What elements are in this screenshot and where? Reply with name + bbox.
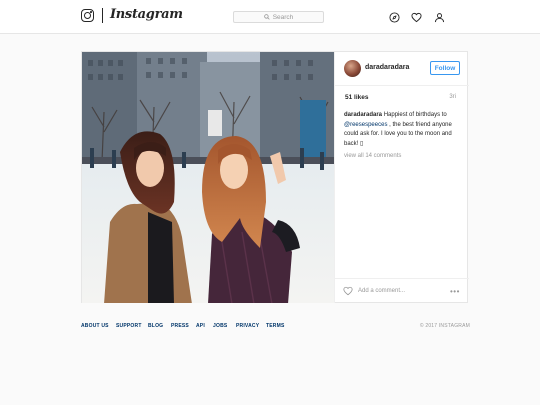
caption-emoji: ▯ xyxy=(360,140,364,147)
footer-link-privacy[interactable]: PRIVACY xyxy=(236,323,259,329)
instagram-camera-icon[interactable] xyxy=(81,9,94,22)
like-heart-icon[interactable] xyxy=(343,286,353,296)
footer-link-blog[interactable]: BLOG xyxy=(148,323,163,329)
post-photo[interactable] xyxy=(82,52,334,303)
post-age[interactable]: 3ri xyxy=(449,94,456,100)
footer-link-press[interactable]: PRESS xyxy=(171,323,189,329)
footer-link-jobs[interactable]: JOBS xyxy=(213,323,227,329)
footer-link-support[interactable]: SUPPORT xyxy=(116,323,142,329)
search-input[interactable]: Search xyxy=(233,11,324,23)
comment-bar: Add a comment... ••• xyxy=(335,278,469,303)
post-sidebar: daradaradara Follow 51 likes 3ri daradar… xyxy=(334,52,469,303)
post-header: daradaradara Follow xyxy=(335,52,469,86)
logo-divider xyxy=(102,8,103,23)
follow-button[interactable]: Follow xyxy=(430,61,460,75)
post-username[interactable]: daradaradara xyxy=(365,64,409,71)
compass-icon[interactable] xyxy=(389,12,400,23)
post-card: daradaradara Follow 51 likes 3ri daradar… xyxy=(81,51,469,303)
add-comment-input[interactable]: Add a comment... xyxy=(358,288,405,294)
more-options-icon[interactable]: ••• xyxy=(450,287,460,296)
avatar[interactable] xyxy=(344,60,361,77)
footer-link-about[interactable]: ABOUT US xyxy=(81,323,109,329)
caption-text: Happiest of birthdays to xyxy=(382,112,447,118)
top-nav: Instagram Search xyxy=(0,0,540,34)
footer-link-api[interactable]: API xyxy=(196,323,205,329)
copyright: © 2017 INSTAGRAM xyxy=(419,323,470,329)
heart-icon[interactable] xyxy=(411,12,422,23)
footer-link-terms[interactable]: TERMS xyxy=(266,323,285,329)
instagram-wordmark[interactable]: Instagram xyxy=(110,7,183,22)
footer: ABOUT US SUPPORT BLOG PRESS API JOBS PRI… xyxy=(81,323,470,333)
post-caption: daradaradara Happiest of birthdays to @r… xyxy=(344,111,464,149)
like-count[interactable]: 51 likes xyxy=(345,94,369,101)
caption-mention[interactable]: @reesespeeces xyxy=(344,122,387,128)
caption-username[interactable]: daradaradara xyxy=(344,112,382,118)
view-all-comments-link[interactable]: view all 14 comments xyxy=(344,153,401,159)
profile-icon[interactable] xyxy=(434,12,445,23)
search-icon xyxy=(263,14,270,20)
search-placeholder: Search xyxy=(272,13,294,21)
